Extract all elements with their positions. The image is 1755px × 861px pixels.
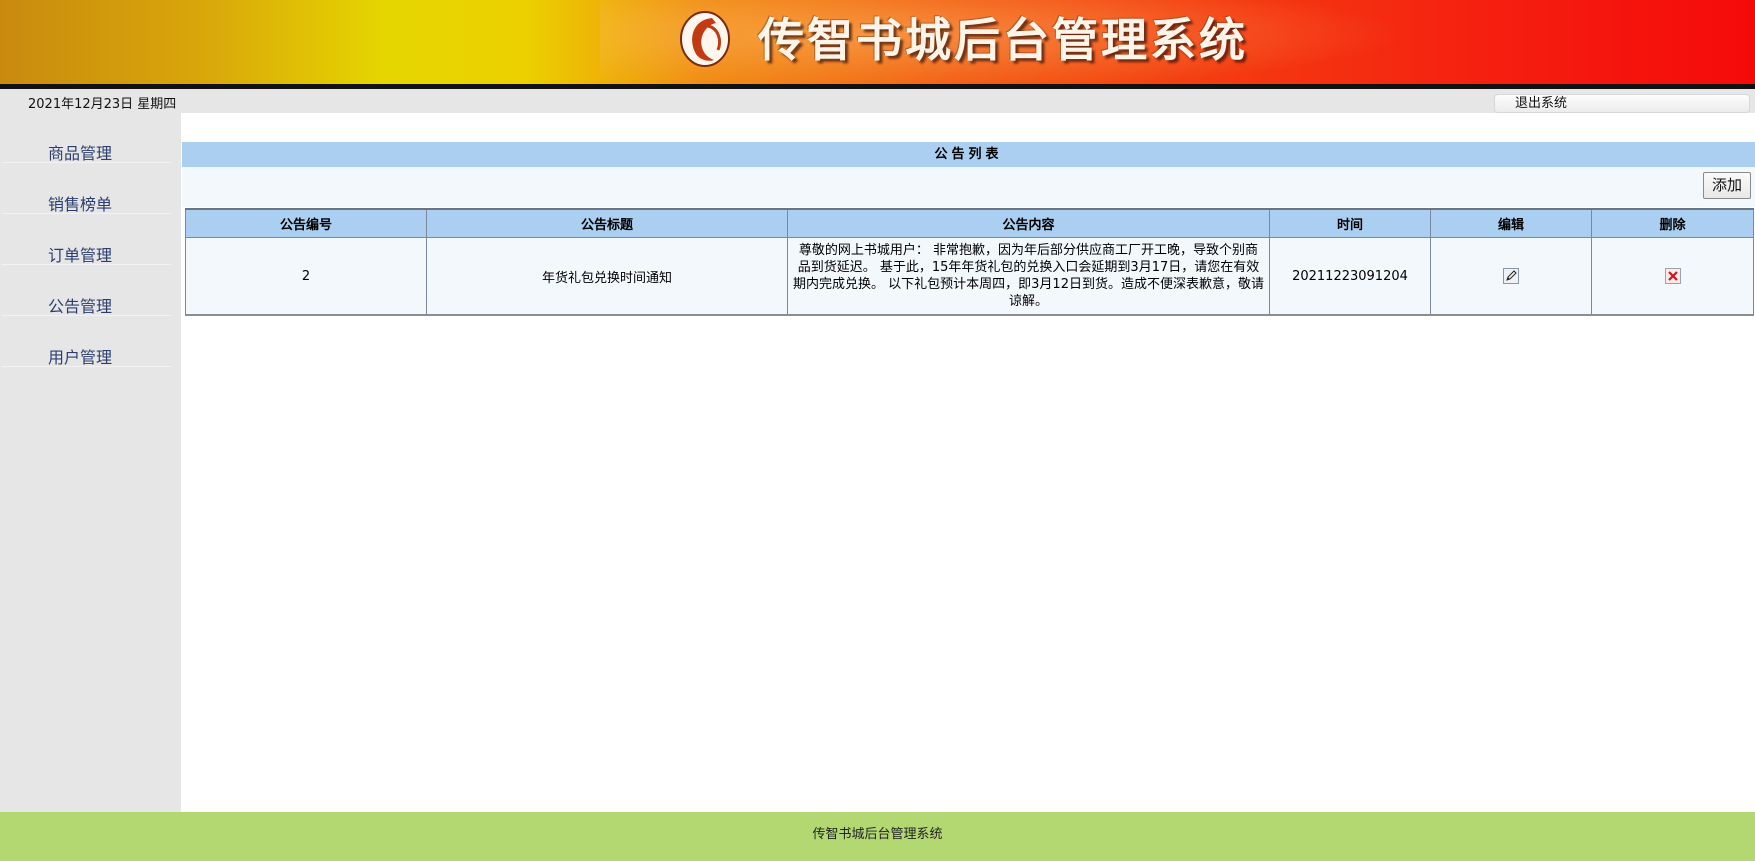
sidebar-item-users[interactable]: 用户管理 bbox=[2, 317, 172, 367]
column-header-content: 公告内容 bbox=[787, 208, 1270, 238]
footer-text: 传智书城后台管理系统 bbox=[812, 827, 943, 842]
list-title: 公告列表 bbox=[182, 142, 1755, 167]
edit-pencil-icon[interactable] bbox=[1503, 268, 1519, 284]
notice-title: 年货礼包兑换时间通知 bbox=[426, 237, 788, 316]
column-header-edit: 编辑 bbox=[1430, 208, 1592, 238]
sidebar: 商品管理 销售榜单 订单管理 公告管理 用户管理 bbox=[0, 113, 181, 812]
sidebar-item-products[interactable]: 商品管理 bbox=[2, 113, 172, 163]
logout-button[interactable]: 退出系统 bbox=[1494, 94, 1750, 113]
sidebar-item-label: 订单管理 bbox=[48, 246, 113, 265]
logo-icon bbox=[680, 11, 730, 67]
notice-id: 2 bbox=[185, 237, 427, 316]
notice-time: 20211223091204 bbox=[1269, 237, 1431, 316]
footer: 传智书城后台管理系统 bbox=[0, 812, 1755, 861]
header-banner: 传智书城后台管理系统 bbox=[0, 0, 1755, 84]
sidebar-item-sales-ranking[interactable]: 销售榜单 bbox=[2, 164, 172, 214]
toolbar bbox=[182, 167, 1755, 207]
sidebar-item-label: 商品管理 bbox=[48, 144, 113, 163]
sidebar-item-label: 销售榜单 bbox=[48, 195, 113, 214]
edit-cell bbox=[1430, 237, 1592, 316]
sidebar-item-label: 用户管理 bbox=[48, 348, 113, 367]
column-header-title: 公告标题 bbox=[426, 208, 788, 238]
current-date: 2021年12月23日 星期四 bbox=[28, 97, 177, 112]
delete-x-icon[interactable] bbox=[1664, 268, 1681, 284]
add-notice-button[interactable]: 添加 bbox=[1703, 172, 1751, 199]
table-row: 2 年货礼包兑换时间通知 尊敬的网上书城用户： 非常抱歉，因为年后部分供应商工厂… bbox=[185, 237, 1754, 316]
column-header-time: 时间 bbox=[1269, 208, 1431, 238]
sidebar-item-label: 公告管理 bbox=[48, 297, 113, 316]
table-header-row: 公告编号 公告标题 公告内容 时间 编辑 删除 bbox=[185, 208, 1754, 238]
notice-table: 公告编号 公告标题 公告内容 时间 编辑 删除 2 年货礼包兑换时间通知 尊敬的… bbox=[185, 208, 1754, 316]
delete-cell bbox=[1591, 237, 1754, 316]
column-header-delete: 删除 bbox=[1591, 208, 1754, 238]
notice-content: 尊敬的网上书城用户： 非常抱歉，因为年后部分供应商工厂开工晚，导致个别商品到货延… bbox=[787, 237, 1270, 316]
system-title: 传智书城后台管理系统 bbox=[758, 13, 1248, 67]
sidebar-item-orders[interactable]: 订单管理 bbox=[2, 215, 172, 265]
column-header-id: 公告编号 bbox=[185, 208, 427, 238]
sidebar-item-notices[interactable]: 公告管理 bbox=[2, 266, 172, 316]
info-bar: 2021年12月23日 星期四 bbox=[0, 89, 1755, 113]
